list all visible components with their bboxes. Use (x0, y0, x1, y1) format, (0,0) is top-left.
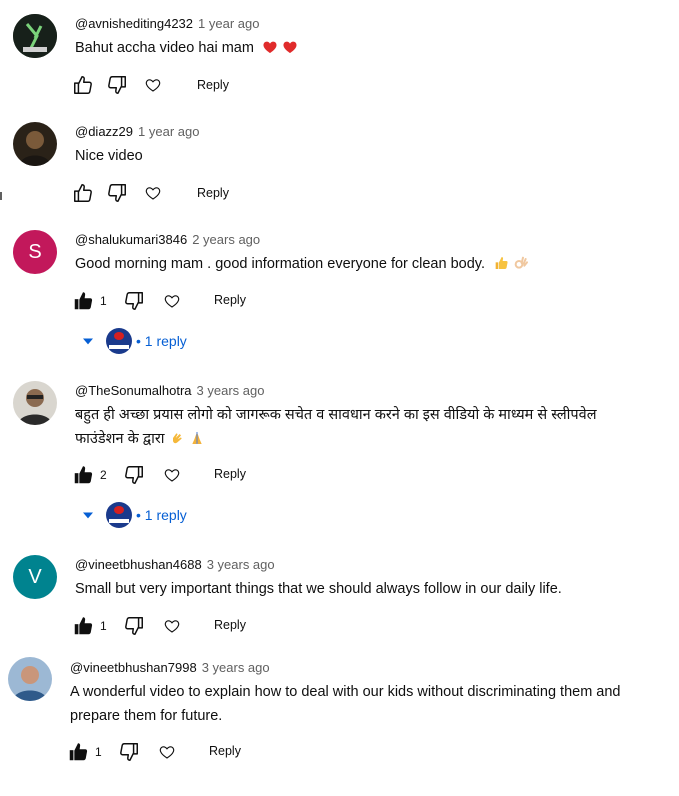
comment-time[interactable]: 3 years ago (202, 660, 270, 675)
avatar-image-icon (13, 14, 57, 58)
comment-meta: @vineetbhushan7998 3 years ago (70, 660, 270, 675)
heart-icon[interactable] (156, 741, 178, 763)
heart-icon[interactable] (161, 464, 183, 486)
dislike-icon[interactable] (123, 464, 145, 486)
reply-button[interactable]: Reply (197, 78, 229, 92)
comment-time[interactable]: 1 year ago (198, 16, 259, 31)
clapping-hands-emoji-icon (172, 433, 182, 444)
creator-avatar (106, 502, 132, 528)
like-icon[interactable] (72, 182, 94, 204)
comment-meta: @shalukumari3846 2 years ago (75, 232, 260, 247)
comment-text: Small but very important things that we … (75, 581, 562, 597)
comment-time[interactable]: 2 years ago (192, 232, 260, 247)
view-replies-button[interactable]: • 1 reply (78, 328, 187, 354)
thumbs-up-emoji-icon (495, 257, 508, 269)
comment-meta: @avnishediting4232 1 year ago (75, 16, 259, 31)
comment-text: A wonderful video to explain how to deal… (70, 680, 675, 728)
avatar-image-icon (13, 122, 57, 166)
comment-actions (72, 73, 164, 97)
comment-time[interactable]: 3 years ago (207, 557, 275, 572)
like-icon[interactable] (72, 74, 94, 96)
dislike-icon[interactable] (106, 74, 128, 96)
replies-label: • 1 reply (136, 333, 187, 349)
reply-button[interactable]: Reply (214, 293, 246, 307)
comment-time[interactable]: 3 years ago (197, 383, 265, 398)
comment-author[interactable]: @diazz29 (75, 124, 133, 139)
like-count: 1 (95, 745, 102, 759)
folded-hands-emoji-icon (191, 432, 202, 444)
comment-text: Good morning mam . good information ever… (75, 252, 529, 276)
comment-author[interactable]: @shalukumari3846 (75, 232, 187, 247)
comment-actions: 2 (72, 463, 183, 487)
comment-text-line: बहुत ही अच्छा प्रयास लोगो को जागरूक सचेत… (75, 407, 597, 423)
comment-text-line: prepare them for future. (70, 708, 223, 724)
avatar-image-icon (13, 381, 57, 425)
comment-text: Nice video (75, 148, 143, 164)
ok-hand-emoji-icon (514, 256, 529, 269)
like-count: 2 (100, 468, 107, 482)
avatar[interactable] (13, 122, 57, 166)
comment-meta: @vineetbhushan4688 3 years ago (75, 557, 275, 572)
comment-text-content: Bahut accha video hai mam (75, 40, 254, 56)
comment-text-line-2: फाउंडेशन के द्वारा (75, 427, 675, 451)
reply-button[interactable]: Reply (209, 744, 241, 758)
heart-icon[interactable] (142, 74, 164, 96)
dislike-icon[interactable] (106, 182, 128, 204)
caret-down-icon (78, 505, 98, 525)
comment-text: Bahut accha video hai mam (75, 36, 298, 60)
avatar[interactable] (8, 657, 52, 701)
reply-button[interactable]: Reply (214, 467, 246, 481)
comment-author[interactable]: @vineetbhushan4688 (75, 557, 202, 572)
avatar[interactable] (13, 14, 57, 58)
comment-author[interactable]: @TheSonumalhotra (75, 383, 192, 398)
comment-text: बहुत ही अच्छा प्रयास लोगो को जागरूक सचेत… (75, 403, 675, 451)
avatar-image-icon (8, 657, 52, 701)
comment-author[interactable]: @avnishediting4232 (75, 16, 193, 31)
heart-icon[interactable] (142, 182, 164, 204)
comment-text-content: Good morning mam . good information ever… (75, 256, 485, 272)
reply-button[interactable]: Reply (197, 186, 229, 200)
like-count: 1 (100, 619, 107, 633)
comment-meta: @TheSonumalhotra 3 years ago (75, 383, 264, 398)
comment-actions (72, 181, 164, 205)
caret-down-icon (78, 331, 98, 351)
avatar[interactable]: V (13, 555, 57, 599)
comment-author[interactable]: @vineetbhushan7998 (70, 660, 197, 675)
comment-actions: 1 (72, 289, 183, 313)
like-filled-icon[interactable] (72, 290, 94, 312)
creator-avatar (106, 328, 132, 354)
dislike-icon[interactable] (118, 741, 140, 763)
page-edge-mark (0, 192, 2, 200)
like-filled-icon[interactable] (67, 741, 89, 763)
comment-actions: 1 (72, 614, 183, 638)
comment-meta: @diazz29 1 year ago (75, 124, 199, 139)
like-filled-icon[interactable] (72, 464, 94, 486)
heart-icon[interactable] (161, 290, 183, 312)
reply-button[interactable]: Reply (214, 618, 246, 632)
comment-time[interactable]: 1 year ago (138, 124, 199, 139)
view-replies-button[interactable]: • 1 reply (78, 502, 187, 528)
dislike-icon[interactable] (123, 615, 145, 637)
like-filled-icon[interactable] (72, 615, 94, 637)
comment-text-line: फाउंडेशन के द्वारा (75, 431, 165, 447)
like-count: 1 (100, 294, 107, 308)
comment-actions: 1 (67, 740, 178, 764)
avatar[interactable]: S (13, 230, 57, 274)
heart-icon[interactable] (161, 615, 183, 637)
red-heart-icon (263, 41, 277, 53)
comment-text-line: A wonderful video to explain how to deal… (70, 684, 621, 700)
red-heart-icon (283, 41, 297, 53)
replies-label: • 1 reply (136, 507, 187, 523)
dislike-icon[interactable] (123, 290, 145, 312)
avatar[interactable] (13, 381, 57, 425)
